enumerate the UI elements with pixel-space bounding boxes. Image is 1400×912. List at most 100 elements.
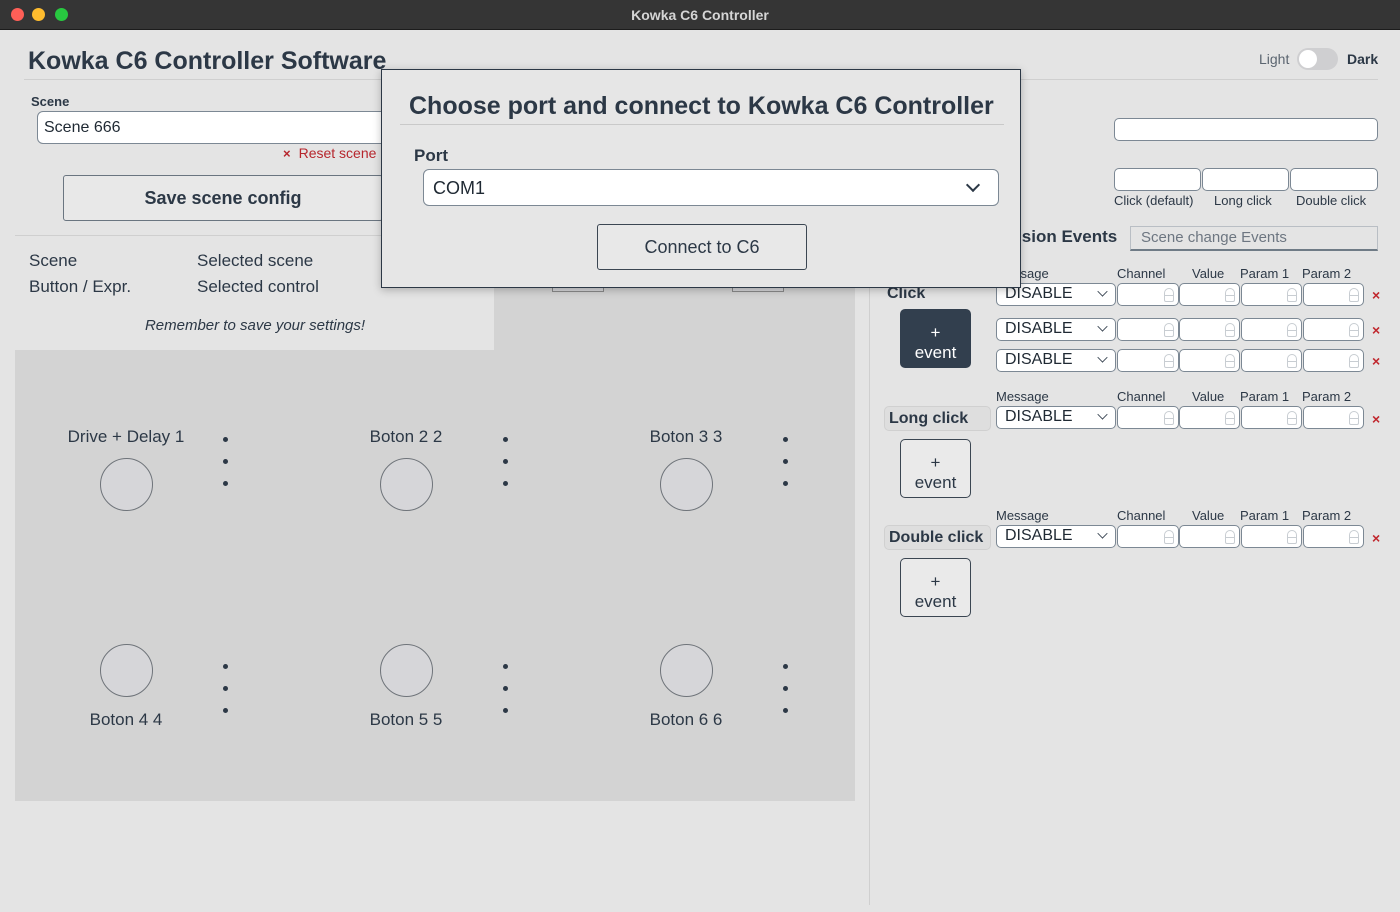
click-event-2-channel[interactable] [1117,318,1179,341]
long-click-event-1-channel[interactable] [1117,406,1179,429]
double-click-event-1-param1[interactable] [1241,525,1302,548]
save-scene-config-button[interactable]: Save scene config [63,175,383,221]
click-event-3-param2[interactable] [1303,349,1364,372]
delete-click-event-1-icon[interactable]: × [1372,287,1380,303]
window-title: Kowka C6 Controller [631,7,769,23]
click-default-input[interactable] [1114,168,1201,191]
footswitch-3[interactable] [660,458,713,511]
port-label: Port [414,146,448,165]
double-click-caption: Double click [1296,193,1367,208]
double-click-event-1-param2[interactable] [1303,525,1364,548]
click-event-2-param2[interactable] [1303,318,1364,341]
footswitch-4[interactable] [100,644,153,697]
spinner-icon[interactable] [1349,354,1359,368]
footswitch-1-label: Drive + Delay 1 [67,427,185,446]
spinner-icon[interactable] [1349,411,1359,425]
click-event-3-message-select[interactable]: DISABLE [996,349,1116,372]
long-click-event-1-param2[interactable] [1303,406,1364,429]
double-col-param2: Param 2 [1302,508,1352,523]
add-long-click-event-button[interactable]: + event [900,439,971,498]
click-event-1-param1[interactable] [1241,283,1302,306]
click-event-1-channel[interactable] [1117,283,1179,306]
double-click-event-1-value[interactable] [1179,525,1240,548]
click-event-3-param1[interactable] [1241,349,1302,372]
click-event-3-value[interactable] [1179,349,1240,372]
port-select[interactable]: COM1 [423,169,999,206]
spinner-icon[interactable] [1287,530,1297,544]
footswitch-2-menu-icon[interactable] [503,437,509,503]
port-selected-value: COM1 [433,178,486,198]
click-col-param1: Param 1 [1240,266,1290,281]
spinner-icon[interactable] [1164,530,1174,544]
connect-dialog: Choose port and connect to Kowka C6 Cont… [381,69,1021,288]
click-col-channel: Channel [1117,266,1166,281]
footswitch-6-label: Boton 6 6 [649,710,723,729]
spinner-icon[interactable] [1225,530,1235,544]
footswitch-4-menu-icon[interactable] [223,664,229,730]
spinner-icon[interactable] [1287,323,1297,337]
footswitch-1[interactable] [100,458,153,511]
double-col-param1: Param 1 [1240,508,1290,523]
click-col-param2: Param 2 [1302,266,1352,281]
spinner-icon[interactable] [1287,411,1297,425]
scene-name-input[interactable] [37,111,397,144]
info-scene-key: Scene [29,251,78,270]
theme-light-label: Light [1259,51,1290,67]
long-click-event-1-message-select[interactable]: DISABLE [996,406,1116,429]
reset-scene-link[interactable]: × Reset scene [283,145,376,161]
chevron-down-icon [1097,286,1108,297]
delete-click-event-2-icon[interactable]: × [1372,322,1380,338]
click-event-2-message-select[interactable]: DISABLE [996,318,1116,341]
save-reminder: Remember to save your settings! [144,317,366,334]
click-event-1-param2[interactable] [1303,283,1364,306]
chevron-down-icon [1097,352,1108,363]
spinner-icon[interactable] [1287,288,1297,302]
spinner-icon[interactable] [1225,354,1235,368]
spinner-icon[interactable] [1225,411,1235,425]
click-event-3-channel[interactable] [1117,349,1179,372]
click-event-2-param1[interactable] [1241,318,1302,341]
spinner-icon[interactable] [1164,323,1174,337]
spinner-icon[interactable] [1225,323,1235,337]
footswitch-6-menu-icon[interactable] [783,664,789,730]
double-click-event-1-channel[interactable] [1117,525,1179,548]
chevron-down-icon [1097,409,1108,420]
theme-toggle[interactable] [1297,48,1338,70]
footswitch-1-menu-icon[interactable] [223,437,229,503]
double-click-event-1-message-select[interactable]: DISABLE [996,525,1116,548]
long-click-event-1-value[interactable] [1179,406,1240,429]
spinner-icon[interactable] [1164,411,1174,425]
footswitch-3-label: Boton 3 3 [649,427,723,446]
footswitch-2[interactable] [380,458,433,511]
long-click-input[interactable] [1202,168,1289,191]
add-double-click-event-button[interactable]: + event [900,558,971,617]
add-click-event-button[interactable]: + event [900,309,971,368]
window-titlebar: Kowka C6 Controller [0,0,1400,30]
footswitch-4-label: Boton 4 4 [89,710,163,729]
delete-double-click-event-1-icon[interactable]: × [1372,530,1380,546]
spinner-icon[interactable] [1287,354,1297,368]
spinner-icon[interactable] [1349,288,1359,302]
footswitch-5-menu-icon[interactable] [503,664,509,730]
tab-scene-change-events[interactable]: Scene change Events [1130,226,1378,251]
footswitch-3-menu-icon[interactable] [783,437,789,503]
spinner-icon[interactable] [1164,354,1174,368]
spinner-icon[interactable] [1349,530,1359,544]
spinner-icon[interactable] [1164,288,1174,302]
control-name-input[interactable] [1114,118,1378,141]
long-click-event-1-param1[interactable] [1241,406,1302,429]
footswitch-6[interactable] [660,644,713,697]
click-event-1-value[interactable] [1179,283,1240,306]
spinner-icon[interactable] [1349,323,1359,337]
connect-button[interactable]: Connect to C6 [597,224,807,270]
delete-click-event-3-icon[interactable]: × [1372,353,1380,369]
spinner-icon[interactable] [1225,288,1235,302]
chevron-down-icon [1097,321,1108,332]
double-click-input[interactable] [1290,168,1378,191]
footswitch-5-label: Boton 5 5 [369,710,443,729]
footswitch-5[interactable] [380,644,433,697]
delete-long-click-event-1-icon[interactable]: × [1372,411,1380,427]
tab-press-events[interactable]: sion Events [1010,223,1129,251]
long-col-param1: Param 1 [1240,389,1290,404]
click-event-2-value[interactable] [1179,318,1240,341]
